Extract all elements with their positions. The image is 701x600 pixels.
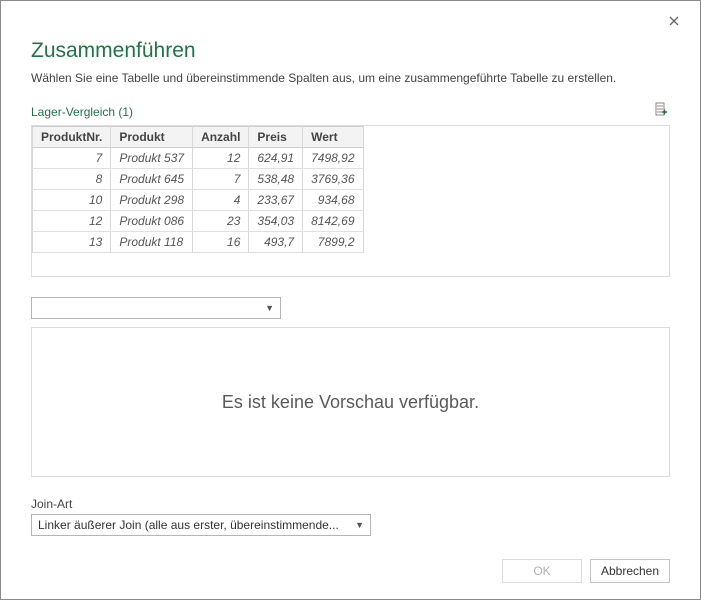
cell: 10 — [33, 190, 111, 211]
first-table-name: Lager-Vergleich (1) — [31, 105, 133, 119]
close-icon — [669, 13, 679, 29]
first-table-preview: ProduktNr. Produkt Anzahl Preis Wert 7 P… — [31, 125, 670, 277]
cell: Produkt 086 — [111, 211, 193, 232]
cell: Produkt 118 — [111, 232, 193, 253]
cell: 12 — [193, 148, 249, 169]
table-row: 8 Produkt 645 7 538,48 3769,36 — [33, 169, 364, 190]
cell: 3769,36 — [303, 169, 363, 190]
cell: 8 — [33, 169, 111, 190]
table-row: 13 Produkt 118 16 493,7 7899,2 — [33, 232, 364, 253]
second-table-dropdown[interactable]: ▼ — [31, 297, 281, 319]
dialog-title: Zusammenführen — [31, 39, 670, 63]
col-header[interactable]: ProduktNr. — [33, 127, 111, 148]
dialog-subtitle: Wählen Sie eine Tabelle und übereinstimm… — [31, 71, 670, 85]
expand-table-button[interactable] — [652, 103, 670, 121]
merge-dialog: Zusammenführen Wählen Sie eine Tabelle u… — [0, 0, 701, 600]
cell: 7 — [33, 148, 111, 169]
cell: 354,03 — [249, 211, 303, 232]
join-dropdown-selected: Linker äußerer Join (alle aus erster, üb… — [38, 518, 339, 532]
col-header[interactable]: Wert — [303, 127, 363, 148]
cell: 12 — [33, 211, 111, 232]
col-header[interactable]: Preis — [249, 127, 303, 148]
cell: Produkt 645 — [111, 169, 193, 190]
cancel-button[interactable]: Abbrechen — [590, 559, 670, 583]
cell: 493,7 — [249, 232, 303, 253]
table-row: 7 Produkt 537 12 624,91 7498,92 — [33, 148, 364, 169]
table-row: 12 Produkt 086 23 354,03 8142,69 — [33, 211, 364, 232]
join-type-label: Join-Art — [31, 497, 670, 511]
col-header[interactable]: Anzahl — [193, 127, 249, 148]
cell: 23 — [193, 211, 249, 232]
cell: 538,48 — [249, 169, 303, 190]
cell: Produkt 537 — [111, 148, 193, 169]
col-header[interactable]: Produkt — [111, 127, 193, 148]
cell: 16 — [193, 232, 249, 253]
cell: 13 — [33, 232, 111, 253]
cell: Produkt 298 — [111, 190, 193, 211]
dialog-buttons: OK Abbrechen — [502, 559, 670, 583]
close-button[interactable] — [660, 9, 688, 33]
cell: 4 — [193, 190, 249, 211]
cell: 934,68 — [303, 190, 363, 211]
cell: 7899,2 — [303, 232, 363, 253]
chevron-down-icon: ▼ — [265, 303, 274, 313]
cell: 7498,92 — [303, 148, 363, 169]
table-header-row: ProduktNr. Produkt Anzahl Preis Wert — [33, 127, 364, 148]
cell: 8142,69 — [303, 211, 363, 232]
cell: 233,67 — [249, 190, 303, 211]
cell: 7 — [193, 169, 249, 190]
table-row: 10 Produkt 298 4 233,67 934,68 — [33, 190, 364, 211]
data-table: ProduktNr. Produkt Anzahl Preis Wert 7 P… — [32, 126, 364, 253]
ok-button[interactable]: OK — [502, 559, 582, 583]
cell: 624,91 — [249, 148, 303, 169]
join-type-dropdown[interactable]: Linker äußerer Join (alle aus erster, üb… — [31, 514, 371, 536]
preview-empty-text: Es ist keine Vorschau verfügbar. — [222, 392, 479, 413]
chevron-down-icon: ▼ — [355, 520, 364, 530]
table-expand-icon — [654, 102, 668, 123]
second-table-preview: Es ist keine Vorschau verfügbar. — [31, 327, 670, 477]
